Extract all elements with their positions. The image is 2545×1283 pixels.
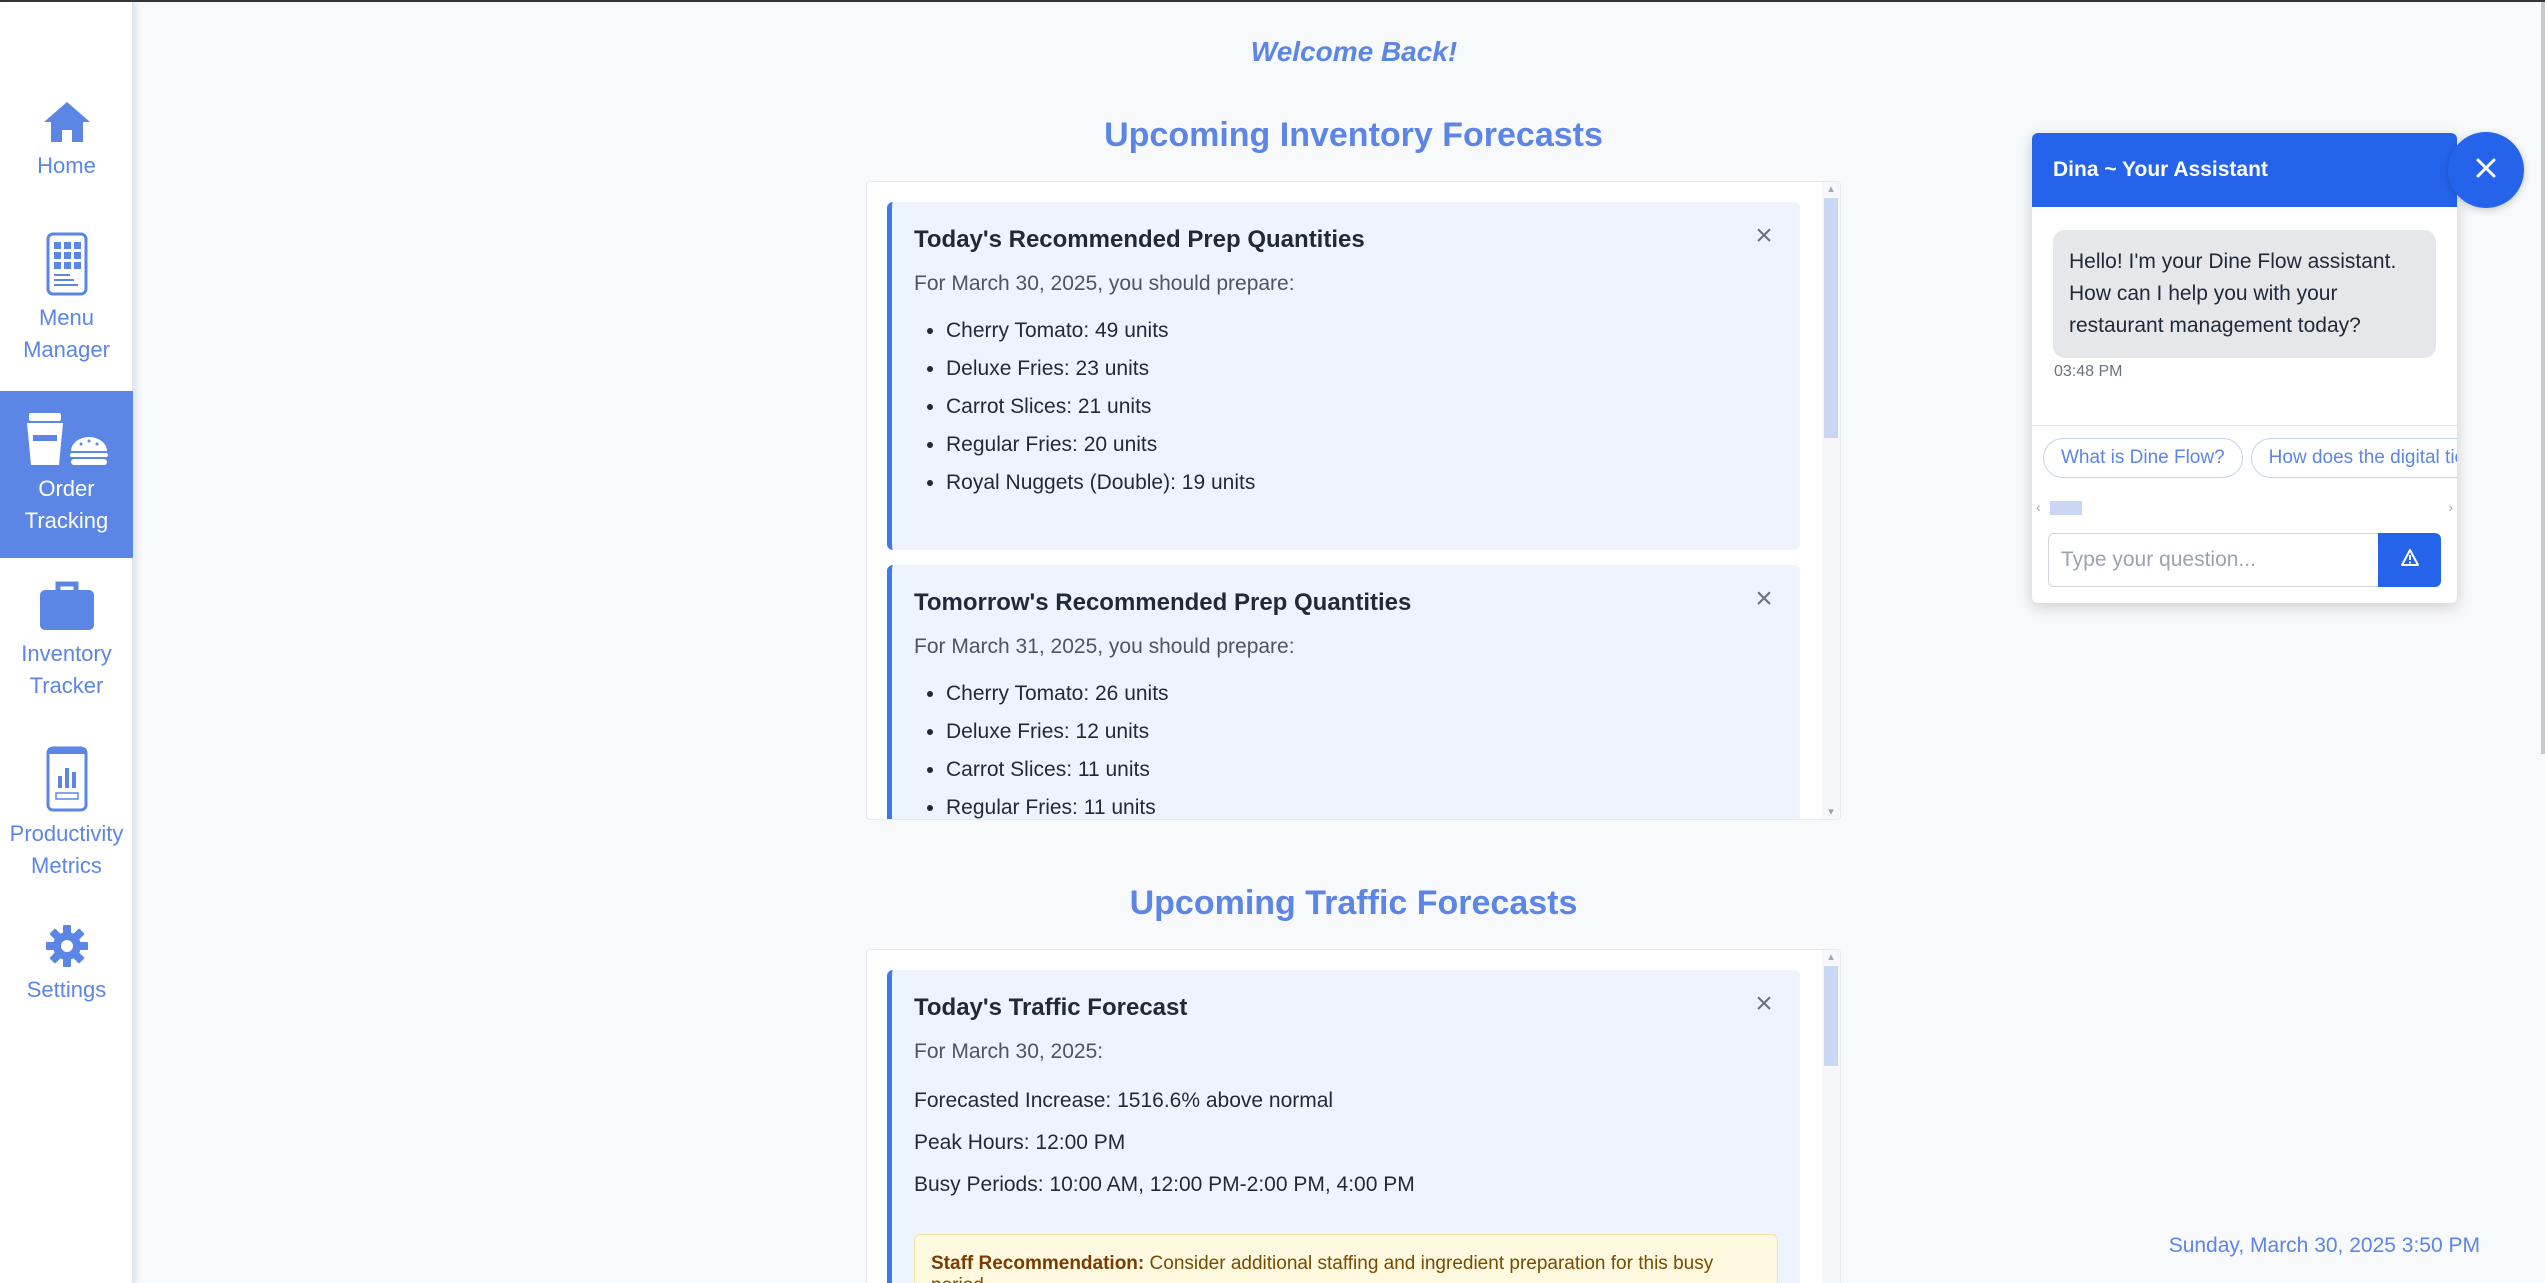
close-icon[interactable]: × (1750, 989, 1778, 1019)
close-icon (2474, 156, 2498, 185)
sidebar-item-label: Inventory Tracker (21, 641, 112, 698)
list-item: Regular Fries: 20 units (946, 426, 1778, 464)
scrollbar-thumb[interactable] (1824, 966, 1838, 1066)
list-item: Cherry Tomato: 49 units (946, 312, 1778, 350)
current-datetime: Sunday, March 30, 2025 3:50 PM (2168, 1234, 2480, 1257)
sidebar-item-productivity-metrics[interactable]: Productivity Metrics (0, 746, 133, 886)
sidebar-item-settings[interactable]: Settings (0, 924, 133, 1014)
list-item: Regular Fries: 11 units (946, 789, 1778, 819)
scrollbar-thumb[interactable] (1824, 198, 1838, 438)
tomorrow-prep-card: Tomorrow's Recommended Prep Quantities F… (887, 565, 1800, 819)
briefcase-icon (38, 580, 96, 632)
staff-recommendation-label: Staff Recommendation: (931, 1253, 1145, 1274)
busy-periods: Busy Periods: 10:00 AM, 12:00 PM-2:00 PM… (914, 1173, 1415, 1196)
list-item: Deluxe Fries: 23 units (946, 350, 1778, 388)
today-prep-card: Today's Recommended Prep Quantities For … (887, 202, 1800, 550)
scrollbar-thumb[interactable] (2050, 501, 2082, 515)
sidebar-item-label: Order Tracking (24, 476, 109, 533)
welcome-message: Welcome Back! (1250, 36, 1458, 67)
card-subtitle: For March 31, 2025, you should prepare: (914, 635, 1295, 658)
sidebar-item-label: Home (37, 153, 96, 178)
divider (2032, 425, 2457, 426)
today-traffic-card: Today's Traffic Forecast For March 30, 2… (887, 970, 1800, 1283)
menu-tablet-icon (46, 232, 88, 296)
close-icon[interactable]: × (1750, 221, 1778, 251)
card-title: Tomorrow's Recommended Prep Quantities (914, 589, 1412, 616)
scroll-down-icon[interactable]: ▾ (1822, 805, 1840, 819)
home-icon (42, 100, 92, 144)
traffic-section-title: Upcoming Traffic Forecasts (1129, 884, 1578, 922)
suggestion-chips: What is Dine Flow? How does the digital t… (2043, 438, 2457, 478)
chat-question-input[interactable] (2048, 533, 2378, 587)
sidebar-item-menu-manager[interactable]: Menu Manager (0, 232, 133, 372)
list-item: Royal Nuggets (Double): 19 units (946, 464, 1778, 502)
card-subtitle: For March 30, 2025: (914, 1040, 1104, 1063)
phone-chart-icon (46, 746, 88, 812)
peak-hours: Peak Hours: 12:00 PM (914, 1131, 1126, 1154)
traffic-forecast-panel[interactable]: Today's Traffic Forecast For March 30, 2… (866, 949, 1841, 1283)
sidebar-item-label: Settings (26, 977, 107, 1002)
list-item: Carrot Slices: 21 units (946, 388, 1778, 426)
inventory-forecast-panel[interactable]: Today's Recommended Prep Quantities For … (866, 181, 1841, 820)
sidebar-item-home[interactable]: Home (0, 100, 133, 192)
page-scrollbar[interactable] (2541, 2, 2545, 754)
inventory-panel-scrollbar[interactable]: ▴ ▾ (1822, 182, 1840, 819)
drink-burger-icon (23, 411, 111, 467)
scroll-up-icon[interactable]: ▴ (1822, 182, 1840, 196)
prep-list: Cherry Tomato: 49 units Deluxe Fries: 23… (914, 312, 1778, 502)
list-item: Cherry Tomato: 26 units (946, 675, 1778, 713)
inventory-section-title: Upcoming Inventory Forecasts (1104, 116, 1603, 154)
list-item: Deluxe Fries: 12 units (946, 713, 1778, 751)
sidebar: Home Menu Manager Order Tracking Invento… (0, 2, 133, 1283)
sidebar-item-order-tracking[interactable]: Order Tracking (0, 391, 133, 558)
list-item: Carrot Slices: 11 units (946, 751, 1778, 789)
card-subtitle: For March 30, 2025, you should prepare: (914, 272, 1295, 295)
chat-close-button[interactable] (2448, 132, 2524, 208)
sidebar-item-inventory-tracker[interactable]: Inventory Tracker (0, 580, 133, 710)
close-icon[interactable]: × (1750, 584, 1778, 614)
traffic-panel-scrollbar[interactable]: ▴ (1822, 950, 1840, 1283)
gear-icon (45, 924, 89, 968)
scroll-right-icon[interactable]: › (2448, 499, 2453, 515)
chat-header-title: Dina ~ Your Assistant (2032, 133, 2457, 207)
message-timestamp: 03:48 PM (2054, 363, 2123, 380)
sidebar-item-label: Productivity Metrics (9, 821, 124, 878)
chips-scrollbar[interactable]: ‹ › (2034, 499, 2455, 517)
prep-list: Cherry Tomato: 26 units Deluxe Fries: 12… (914, 675, 1778, 819)
suggestion-chip[interactable]: How does the digital ticket system work? (2250, 438, 2457, 478)
forecast-increase: Forecasted Increase: 1516.6% above norma… (914, 1089, 1334, 1112)
staff-recommendation: Staff Recommendation: Consider additiona… (914, 1234, 1778, 1283)
assistant-chat-widget: Dina ~ Your Assistant Hello! I'm your Di… (2032, 133, 2457, 603)
scroll-up-icon[interactable]: ▴ (1822, 950, 1840, 964)
scroll-left-icon[interactable]: ‹ (2036, 499, 2041, 515)
sidebar-item-label: Menu Manager (23, 305, 110, 362)
assistant-message: Hello! I'm your Dine Flow assistant. How… (2053, 230, 2436, 358)
send-button[interactable] (2378, 533, 2441, 587)
send-icon (2400, 548, 2420, 573)
suggestion-chip[interactable]: What is Dine Flow? (2043, 438, 2243, 478)
card-title: Today's Traffic Forecast (914, 994, 1188, 1021)
card-title: Today's Recommended Prep Quantities (914, 226, 1365, 253)
